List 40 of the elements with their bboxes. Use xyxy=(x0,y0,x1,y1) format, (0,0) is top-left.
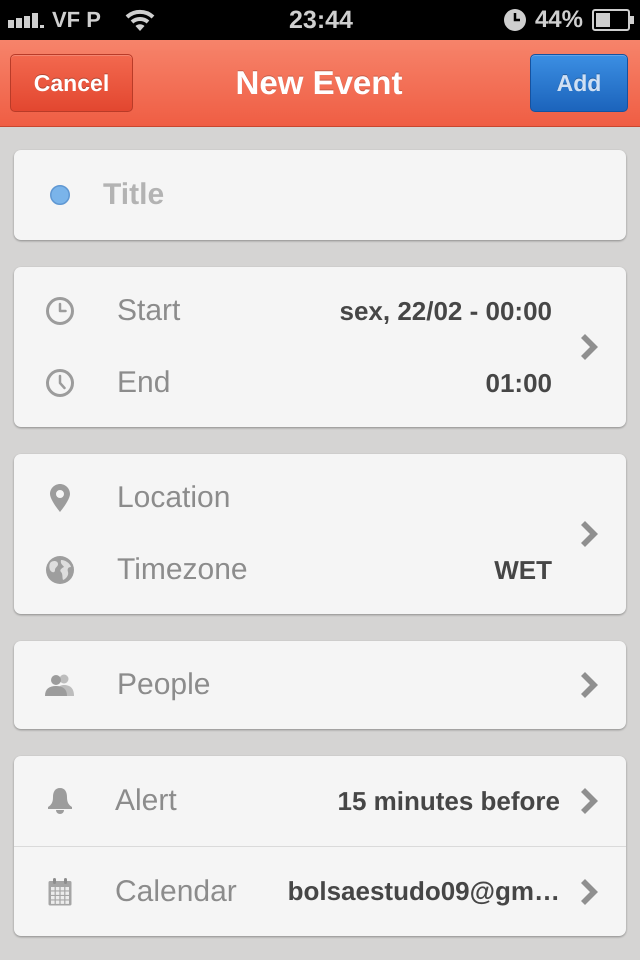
field-value: WET xyxy=(494,554,552,586)
cancel-button[interactable]: Cancel xyxy=(10,54,133,112)
field-label: Start xyxy=(117,294,182,328)
map-pin-icon xyxy=(50,484,70,512)
field-value: sex, 22/02 - 00:00 xyxy=(340,296,552,326)
field-label: Location xyxy=(117,481,232,515)
battery-percent: 44% xyxy=(534,8,583,32)
calendar-icon xyxy=(48,878,72,906)
clock-icon xyxy=(46,369,74,397)
field-value: bolsaestudo09@gm… xyxy=(288,876,560,907)
field-label: Calendar xyxy=(115,874,238,908)
wifi-icon xyxy=(124,9,155,31)
status-time: 23:44 xyxy=(289,8,353,32)
form-card[interactable]: Location Timezone WET xyxy=(14,454,626,614)
field-label: Alert xyxy=(115,784,178,818)
chevron-icon xyxy=(581,521,598,547)
add-button[interactable]: Add xyxy=(530,54,628,112)
form-card[interactable]: Start sex, 22/02 - 00:00 End 01:00 xyxy=(14,267,626,427)
field-value: 15 minutes before xyxy=(337,786,560,816)
chevron-icon xyxy=(581,334,598,360)
title-field[interactable]: Title xyxy=(14,150,626,240)
chevron-icon xyxy=(581,672,598,698)
people-icon xyxy=(45,674,75,696)
signal-icon xyxy=(8,12,44,28)
field-label: People xyxy=(117,668,212,702)
calendar-color-dot-icon xyxy=(50,185,70,205)
clock-icon xyxy=(46,297,74,325)
bell-icon xyxy=(48,788,72,814)
field-label: End xyxy=(117,366,172,400)
field-label: Timezone xyxy=(117,553,249,587)
form-card[interactable]: People xyxy=(14,641,626,729)
chevron-icon xyxy=(581,788,598,814)
field-value: 01:00 xyxy=(486,368,552,398)
carrier-name: VF P xyxy=(52,9,101,31)
globe-icon xyxy=(46,556,74,584)
title-input[interactable]: Title xyxy=(103,178,598,212)
screen-title: New Event xyxy=(236,64,402,102)
battery-icon xyxy=(592,9,634,31)
clock-icon xyxy=(504,9,526,31)
chevron-icon xyxy=(581,878,598,904)
